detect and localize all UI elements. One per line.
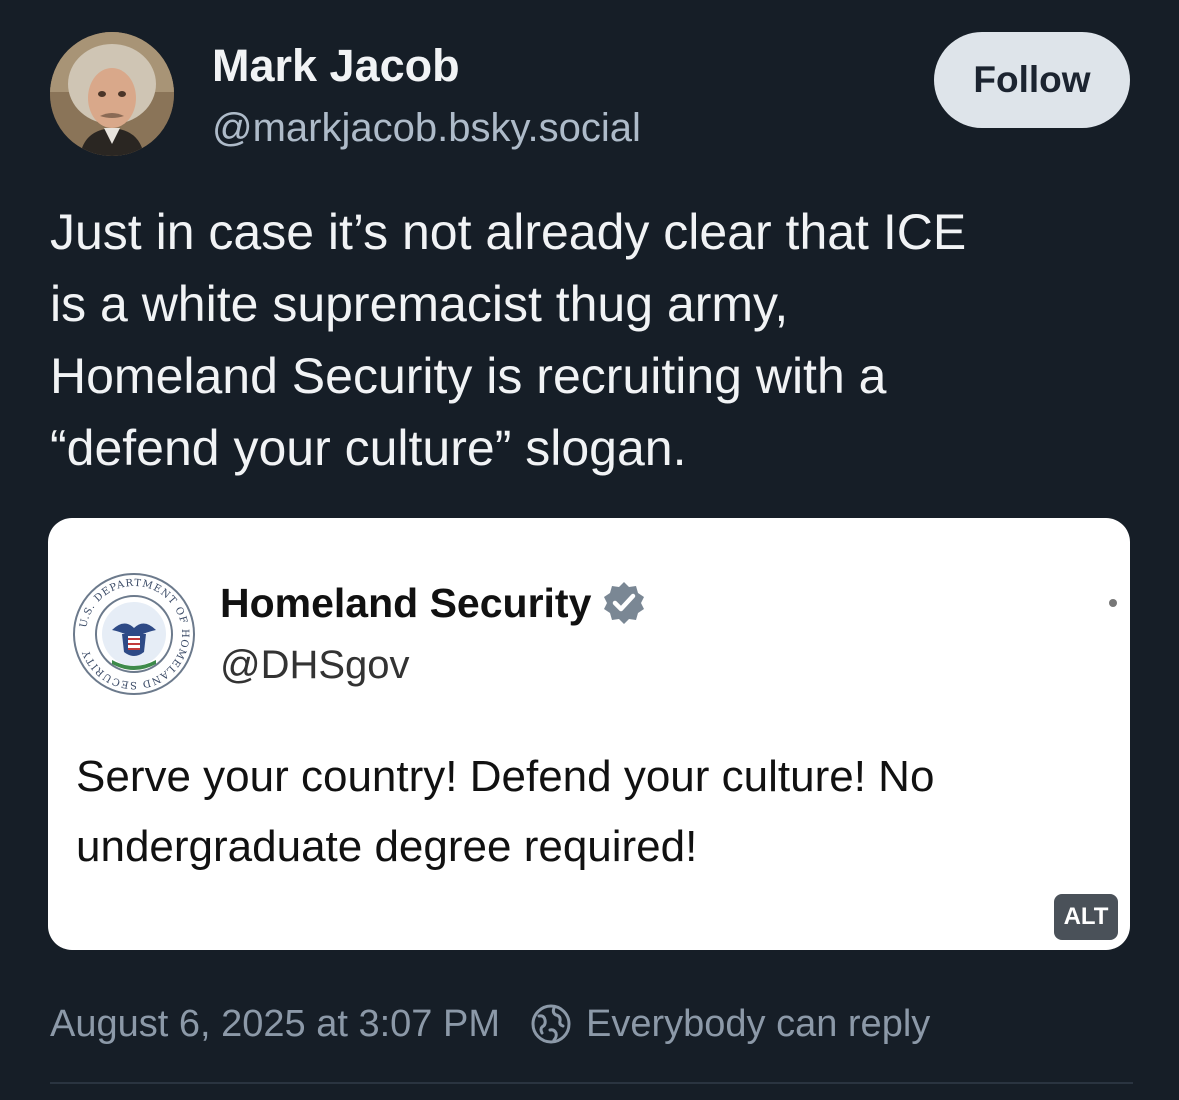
- author-handle[interactable]: @markjacob.bsky.social: [212, 104, 641, 152]
- post-text-line: Just in case it’s not already clear that…: [50, 204, 967, 260]
- embed-text: Serve your country! Defend your culture!…: [76, 742, 1116, 882]
- dhs-seal-icon: U.S. DEPARTMENT OF HOMELAND SECURITY: [72, 572, 196, 696]
- post-text-line: is a white supremacist thug army,: [50, 276, 789, 332]
- post-text-line: Homeland Security is recruiting with a: [50, 348, 887, 404]
- divider: [50, 1082, 1133, 1084]
- author-avatar[interactable]: [50, 32, 174, 156]
- more-icon: [1109, 599, 1117, 607]
- embed-text-line: undergraduate degree required!: [76, 822, 698, 871]
- embed-author-handle: @DHSgov: [220, 643, 410, 687]
- post-timestamp[interactable]: August 6, 2025 at 3:07 PM: [50, 1003, 500, 1046]
- embedded-image[interactable]: U.S. DEPARTMENT OF HOMELAND SECURITY Hom…: [48, 518, 1130, 950]
- embed-author-name: Homeland Security: [220, 580, 592, 626]
- verified-badge-icon: [604, 582, 645, 624]
- alt-text-button[interactable]: ALT: [1054, 894, 1118, 940]
- reply-setting[interactable]: Everybody can reply: [586, 1003, 930, 1046]
- follow-button[interactable]: Follow: [934, 32, 1130, 128]
- post-text-line: “defend your culture” slogan.: [50, 420, 687, 476]
- globe-icon: [531, 1004, 571, 1044]
- post-text: Just in case it’s not already clear that…: [50, 196, 1140, 484]
- author-name[interactable]: Mark Jacob: [212, 40, 460, 92]
- embed-text-line: Serve your country! Defend your culture!…: [76, 752, 935, 801]
- embed-author-row: Homeland Security: [220, 576, 647, 630]
- post-meta: August 6, 2025 at 3:07 PM Everybody can …: [50, 996, 930, 1052]
